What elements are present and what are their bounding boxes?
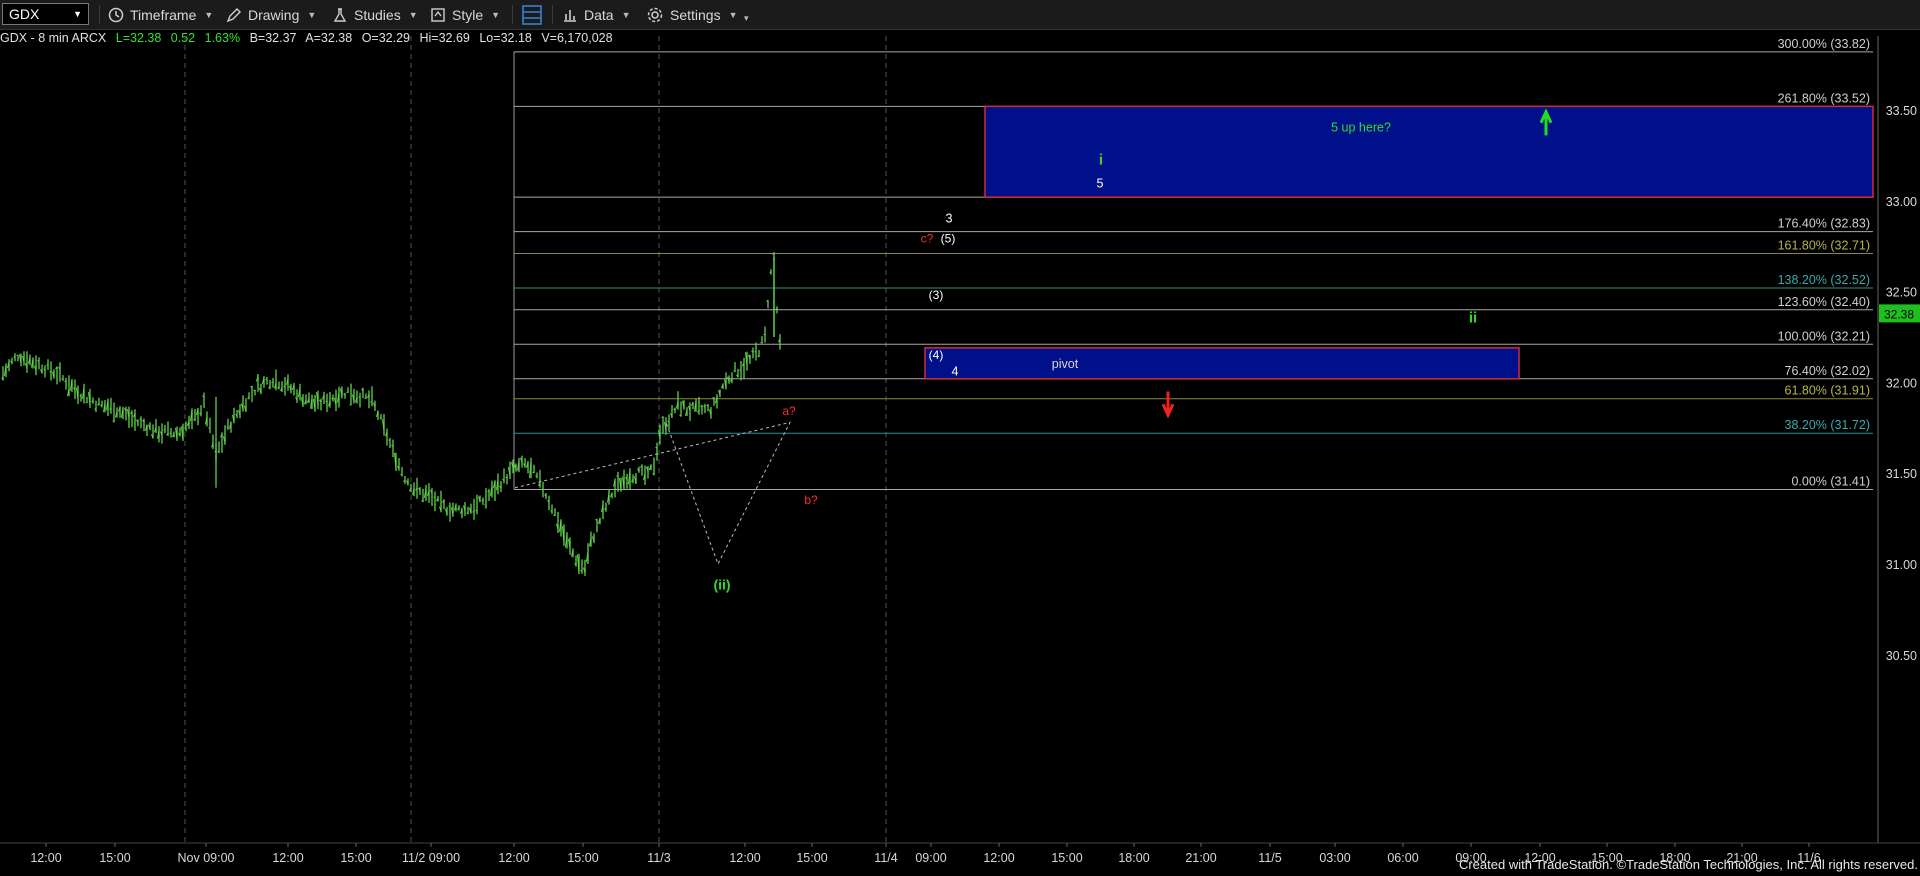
- time-tick-label: 11/5: [1258, 851, 1281, 865]
- wave-label-ii: ii: [1469, 309, 1477, 326]
- wave-label-c: c?: [921, 232, 934, 246]
- time-tick-label: 11/3: [647, 851, 670, 865]
- time-tick-label: 11/4: [874, 851, 897, 865]
- price-bar-tick: [754, 350, 757, 353]
- fib-level-label: 0.00% (31.41): [1791, 475, 1870, 489]
- wave-label-paren-5: (5): [941, 232, 956, 246]
- time-tick-label: 09:00: [915, 851, 946, 865]
- time-tick-label: 15:00: [1051, 851, 1082, 865]
- time-tick-label: 15:00: [340, 851, 371, 865]
- fib-retracement: 300.00% (33.82)261.80% (33.52)200.00% (3…: [513, 37, 1873, 491]
- last-price-tag-label: 32.38: [1884, 307, 1914, 321]
- price-bar-tick: [163, 429, 166, 431]
- time-tick-label: 21:00: [1185, 851, 1216, 865]
- price-tick-label: 33.50: [1886, 104, 1917, 118]
- watermark: Created with TradeStation. ©TradeStation…: [1458, 857, 1918, 872]
- price-tick-label: 32.00: [1886, 376, 1917, 390]
- price-bar-tick: [769, 271, 772, 274]
- pivot-zone-box: [924, 347, 1520, 380]
- time-tick-label: 15:00: [99, 851, 130, 865]
- fib-level-label: 38.20% (31.72): [1785, 418, 1870, 432]
- price-chart[interactable]: 300.00% (33.82)261.80% (33.52)200.00% (3…: [0, 0, 1920, 876]
- price-bar-tick: [343, 393, 346, 395]
- fib-level-label: 61.80% (31.91): [1785, 384, 1870, 398]
- price-tick-label: 30.50: [1886, 649, 1917, 663]
- target-zone-label: 5 up here?: [1331, 120, 1391, 134]
- time-tick-label: 18:00: [1118, 851, 1149, 865]
- wave-label-paren-3: (3): [929, 288, 944, 302]
- time-tick-label: 15:00: [567, 851, 598, 865]
- price-tick-label: 33.00: [1886, 195, 1917, 209]
- time-tick-label: 12:00: [729, 851, 760, 865]
- fib-level-label: 300.00% (33.82): [1778, 37, 1870, 51]
- price-bar-tick: [661, 416, 664, 419]
- fib-level-label: 138.20% (32.52): [1778, 273, 1870, 287]
- wave-label-5: 5: [1097, 177, 1104, 191]
- target-zone-box: [984, 105, 1874, 198]
- down-arrow-icon: [1161, 391, 1175, 419]
- price-bar-tick: [421, 500, 424, 502]
- fib-level-label: 100.00% (32.21): [1778, 329, 1870, 343]
- price-bar-tick: [616, 475, 619, 477]
- time-tick-label: 12:00: [30, 851, 61, 865]
- time-tick-label: 11/2 09:00: [402, 851, 460, 865]
- price-bar-tick: [400, 473, 403, 476]
- time-tick-label: 15:00: [796, 851, 827, 865]
- wave-label-3: 3: [946, 212, 953, 226]
- wave-path: [514, 421, 791, 566]
- price-bar-tick: [94, 408, 97, 410]
- time-tick-label: 12:00: [272, 851, 303, 865]
- fib-level-label: 176.40% (32.83): [1778, 217, 1870, 231]
- wave-label-a: a?: [782, 404, 796, 418]
- wave-label-4: 4: [952, 365, 959, 379]
- price-bar-tick: [388, 439, 391, 441]
- price-bar-tick: [733, 370, 736, 372]
- time-tick-label: Nov 09:00: [178, 851, 235, 865]
- price-bar-tick: [217, 450, 220, 453]
- fib-level-label: 161.80% (32.71): [1778, 238, 1870, 252]
- zone-boxes: 5 up here? pivot: [924, 105, 1874, 380]
- wave-label-b: b?: [804, 493, 818, 507]
- price-tick-label: 31.50: [1886, 467, 1917, 481]
- pivot-zone-label: pivot: [1052, 357, 1079, 371]
- price-bar-tick: [46, 364, 49, 366]
- wave-label-paren-ii: (ii): [713, 576, 730, 592]
- price-bars: [1, 252, 781, 576]
- price-tick-label: 31.00: [1886, 558, 1917, 572]
- price-axis: 33.50 33.00 32.50 32.00 31.50 31.00 30.50 32.38: [1879, 104, 1920, 663]
- fib-level-label: 123.60% (32.40): [1778, 295, 1870, 309]
- fib-level-label: 261.80% (33.52): [1778, 91, 1870, 105]
- time-tick-label: 03:00: [1319, 851, 1350, 865]
- time-tick-label: 06:00: [1387, 851, 1418, 865]
- price-bar-tick: [13, 356, 16, 358]
- price-bar-tick: [760, 341, 763, 344]
- price-bar-tick: [505, 476, 508, 479]
- price-bar-tick: [64, 380, 67, 382]
- wave-label-i: i: [1099, 151, 1103, 168]
- time-tick-label: 12:00: [983, 851, 1014, 865]
- wave-label-paren-4: (4): [929, 348, 944, 362]
- time-tick-label: 12:00: [498, 851, 529, 865]
- price-tick-label: 32.50: [1886, 286, 1917, 300]
- fib-level-label: 76.40% (32.02): [1785, 364, 1870, 378]
- price-bar-tick: [679, 414, 682, 417]
